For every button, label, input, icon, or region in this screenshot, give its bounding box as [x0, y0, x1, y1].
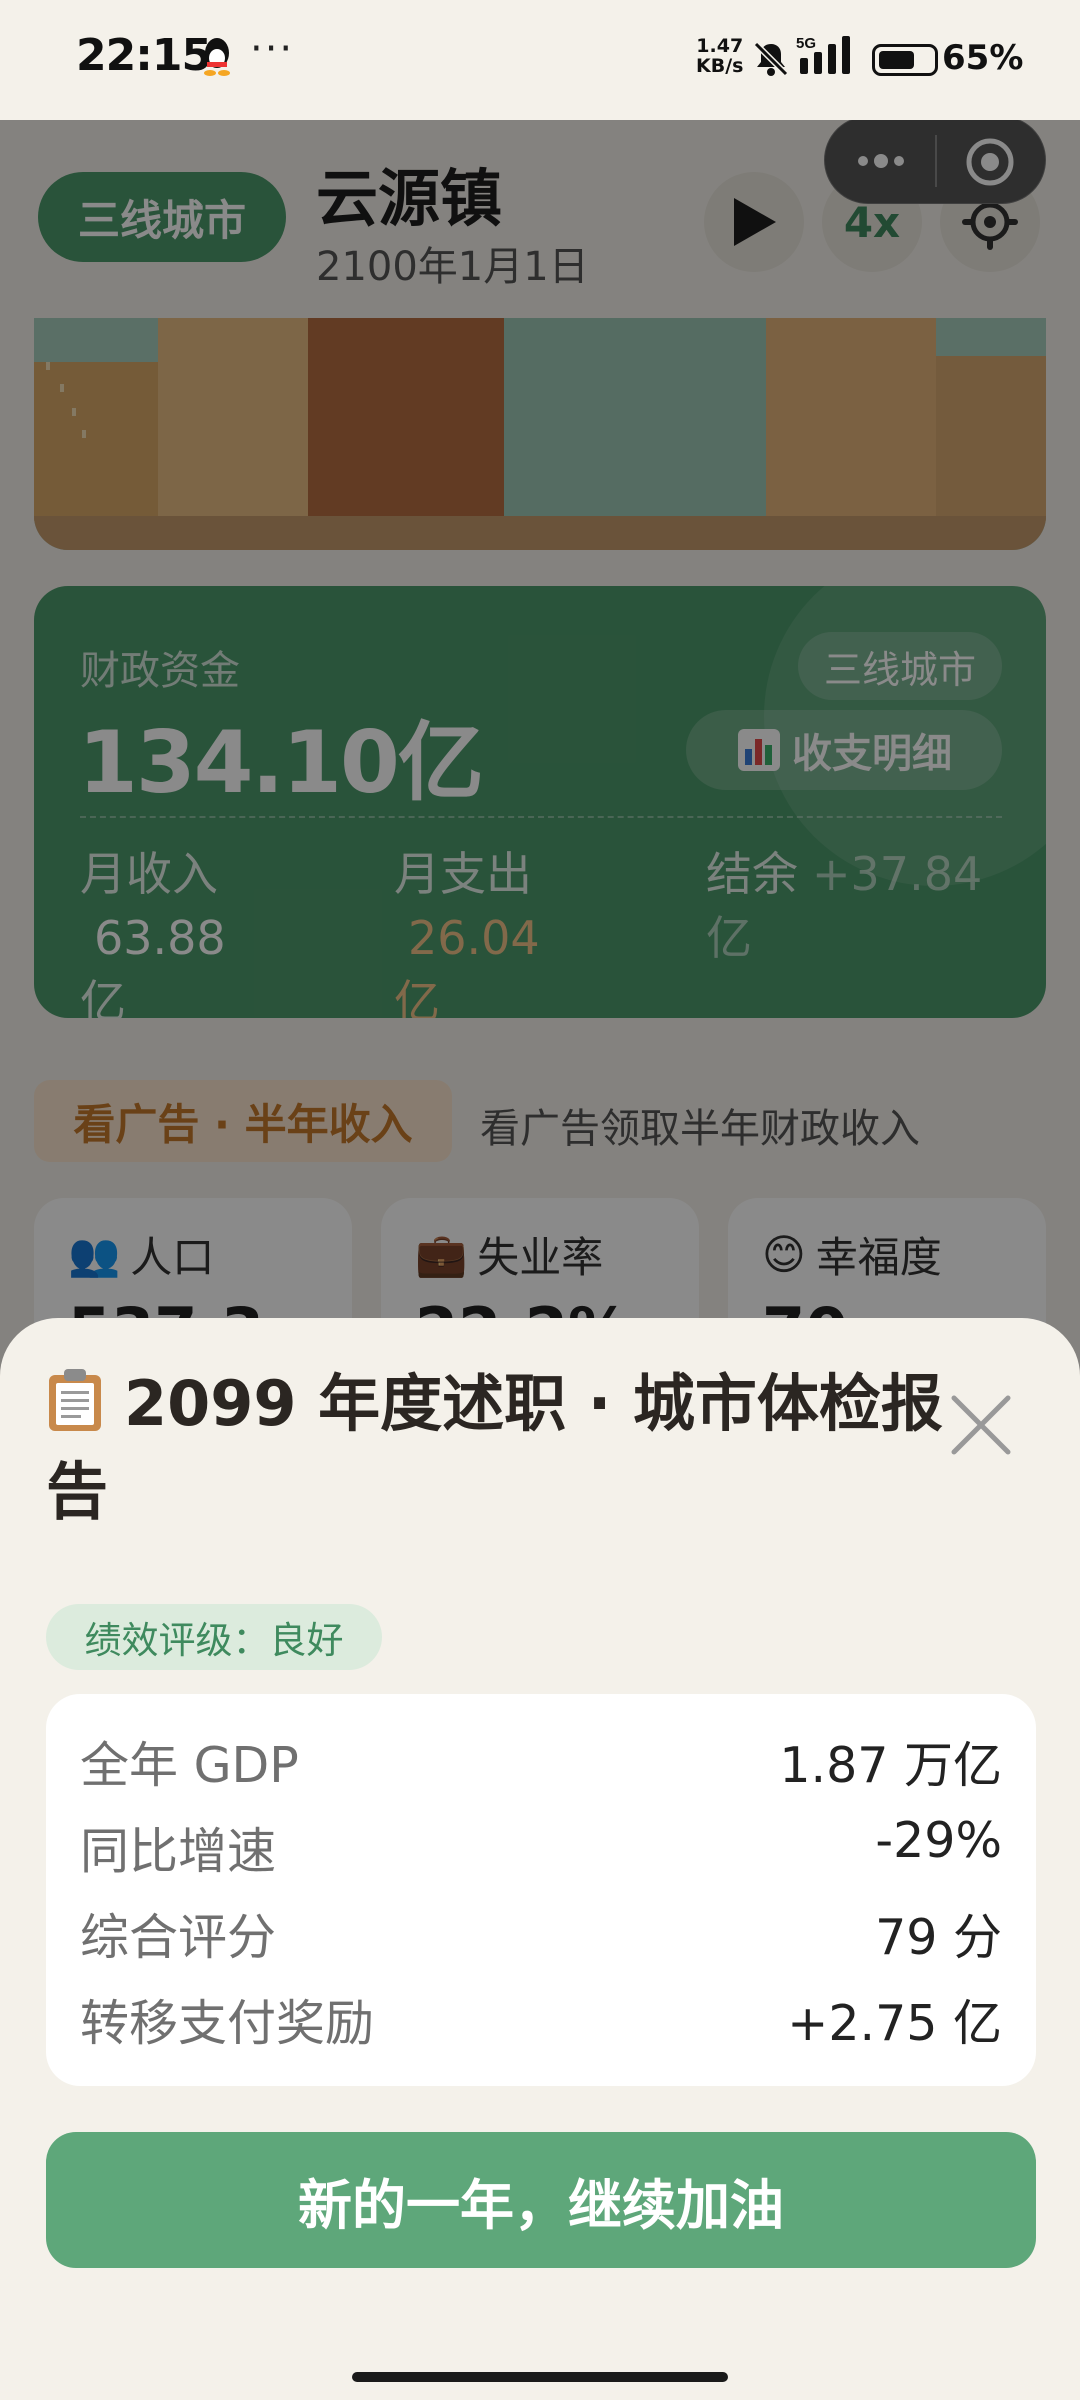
metric-value: 1.87 万亿: [779, 1737, 1002, 1794]
home-indicator[interactable]: [352, 2372, 728, 2382]
annual-report-sheet: 2099 年度述职 · 城市体检报告 绩效评级：良好 全年 GDP 1.87 万…: [0, 1318, 1080, 2400]
metric-value: +2.75 亿: [787, 1995, 1002, 2052]
metric-value: 79 分: [875, 1909, 1002, 1966]
status-bar: 22:15 ··· 1.47 KB/s 5G 65%: [0, 0, 1080, 120]
status-overflow: ···: [250, 26, 295, 72]
clipboard-icon: [49, 1369, 101, 1431]
metric-value: -29%: [875, 1812, 1002, 1869]
metric-label: 转移支付奖励: [80, 1995, 375, 2052]
metric-row: 全年 GDP 1.87 万亿: [80, 1712, 1002, 1798]
metric-row: 转移支付奖励 +2.75 亿: [80, 1970, 1002, 2056]
metric-label: 综合评分: [80, 1909, 277, 1966]
mute-icon: [753, 41, 789, 77]
performance-grade-badge: 绩效评级：良好: [46, 1604, 382, 1670]
metric-label: 全年 GDP: [80, 1737, 299, 1794]
metric-row: 综合评分 79 分: [80, 1884, 1002, 1970]
status-time: 22:15: [76, 30, 212, 81]
battery-percent: 65%: [942, 38, 1024, 78]
metric-label: 同比增速: [80, 1823, 277, 1880]
metric-row: 同比增速 -29%: [80, 1798, 1002, 1884]
battery-icon: [872, 44, 938, 76]
svg-text:5G: 5G: [796, 35, 816, 52]
report-metrics: 全年 GDP 1.87 万亿 同比增速 -29% 综合评分 79 分 转移支付奖…: [46, 1694, 1036, 2086]
continue-button[interactable]: 新的一年，继续加油: [46, 2132, 1036, 2268]
net-speed: 1.47 KB/s: [696, 35, 744, 77]
signal-icon: 5G: [796, 35, 850, 74]
report-title: 2099 年度述职 · 城市体检报告: [46, 1367, 943, 1528]
qq-icon: [204, 38, 230, 76]
close-icon[interactable]: [946, 1390, 1016, 1460]
